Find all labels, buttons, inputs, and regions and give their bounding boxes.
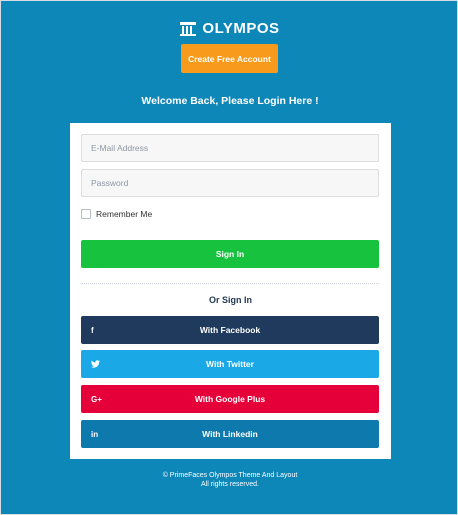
password-field[interactable]: [81, 169, 379, 197]
sign-in-button[interactable]: Sign In: [81, 240, 379, 268]
facebook-login-button[interactable]: f With Facebook: [81, 316, 379, 344]
remember-me-label[interactable]: Remember Me: [96, 209, 152, 220]
footer: © PrimeFaces Olympos Theme And Layout Al…: [1, 471, 458, 489]
footer-copyright: © PrimeFaces Olympos Theme And Layout: [162, 472, 298, 479]
login-card: Remember Me Sign In Or Sign In f With Fa…: [70, 123, 391, 459]
linkedin-icon: in: [91, 429, 99, 439]
remember-me-checkbox[interactable]: [81, 209, 91, 219]
linkedin-login-button[interactable]: in With Linkedin: [81, 420, 379, 448]
olympos-logo-icon: [180, 21, 197, 36]
email-field[interactable]: [81, 134, 379, 162]
facebook-icon: f: [91, 325, 94, 335]
linkedin-login-label: With Linkedin: [202, 429, 258, 439]
twitter-login-label: With Twitter: [206, 359, 254, 369]
facebook-login-label: With Facebook: [199, 325, 261, 335]
page-background: OLYMPOS Create Free Account Welcome Back…: [0, 0, 458, 515]
twitter-icon: [91, 350, 100, 378]
brand-name: OLYMPOS: [202, 20, 280, 37]
google-plus-login-button[interactable]: G+ With Google Plus: [81, 385, 379, 413]
brand-logo: OLYMPOS: [1, 20, 458, 37]
twitter-login-button[interactable]: With Twitter: [81, 350, 379, 378]
or-sign-in-label: Or Sign In: [208, 295, 252, 305]
divider: [81, 283, 379, 284]
welcome-heading: Welcome Back, Please Login Here !: [141, 95, 319, 107]
create-account-button[interactable]: Create Free Account: [181, 44, 278, 73]
google-plus-login-label: With Google Plus: [194, 394, 266, 404]
google-plus-icon: G+: [91, 394, 102, 404]
footer-rights: All rights reserved.: [201, 481, 259, 488]
